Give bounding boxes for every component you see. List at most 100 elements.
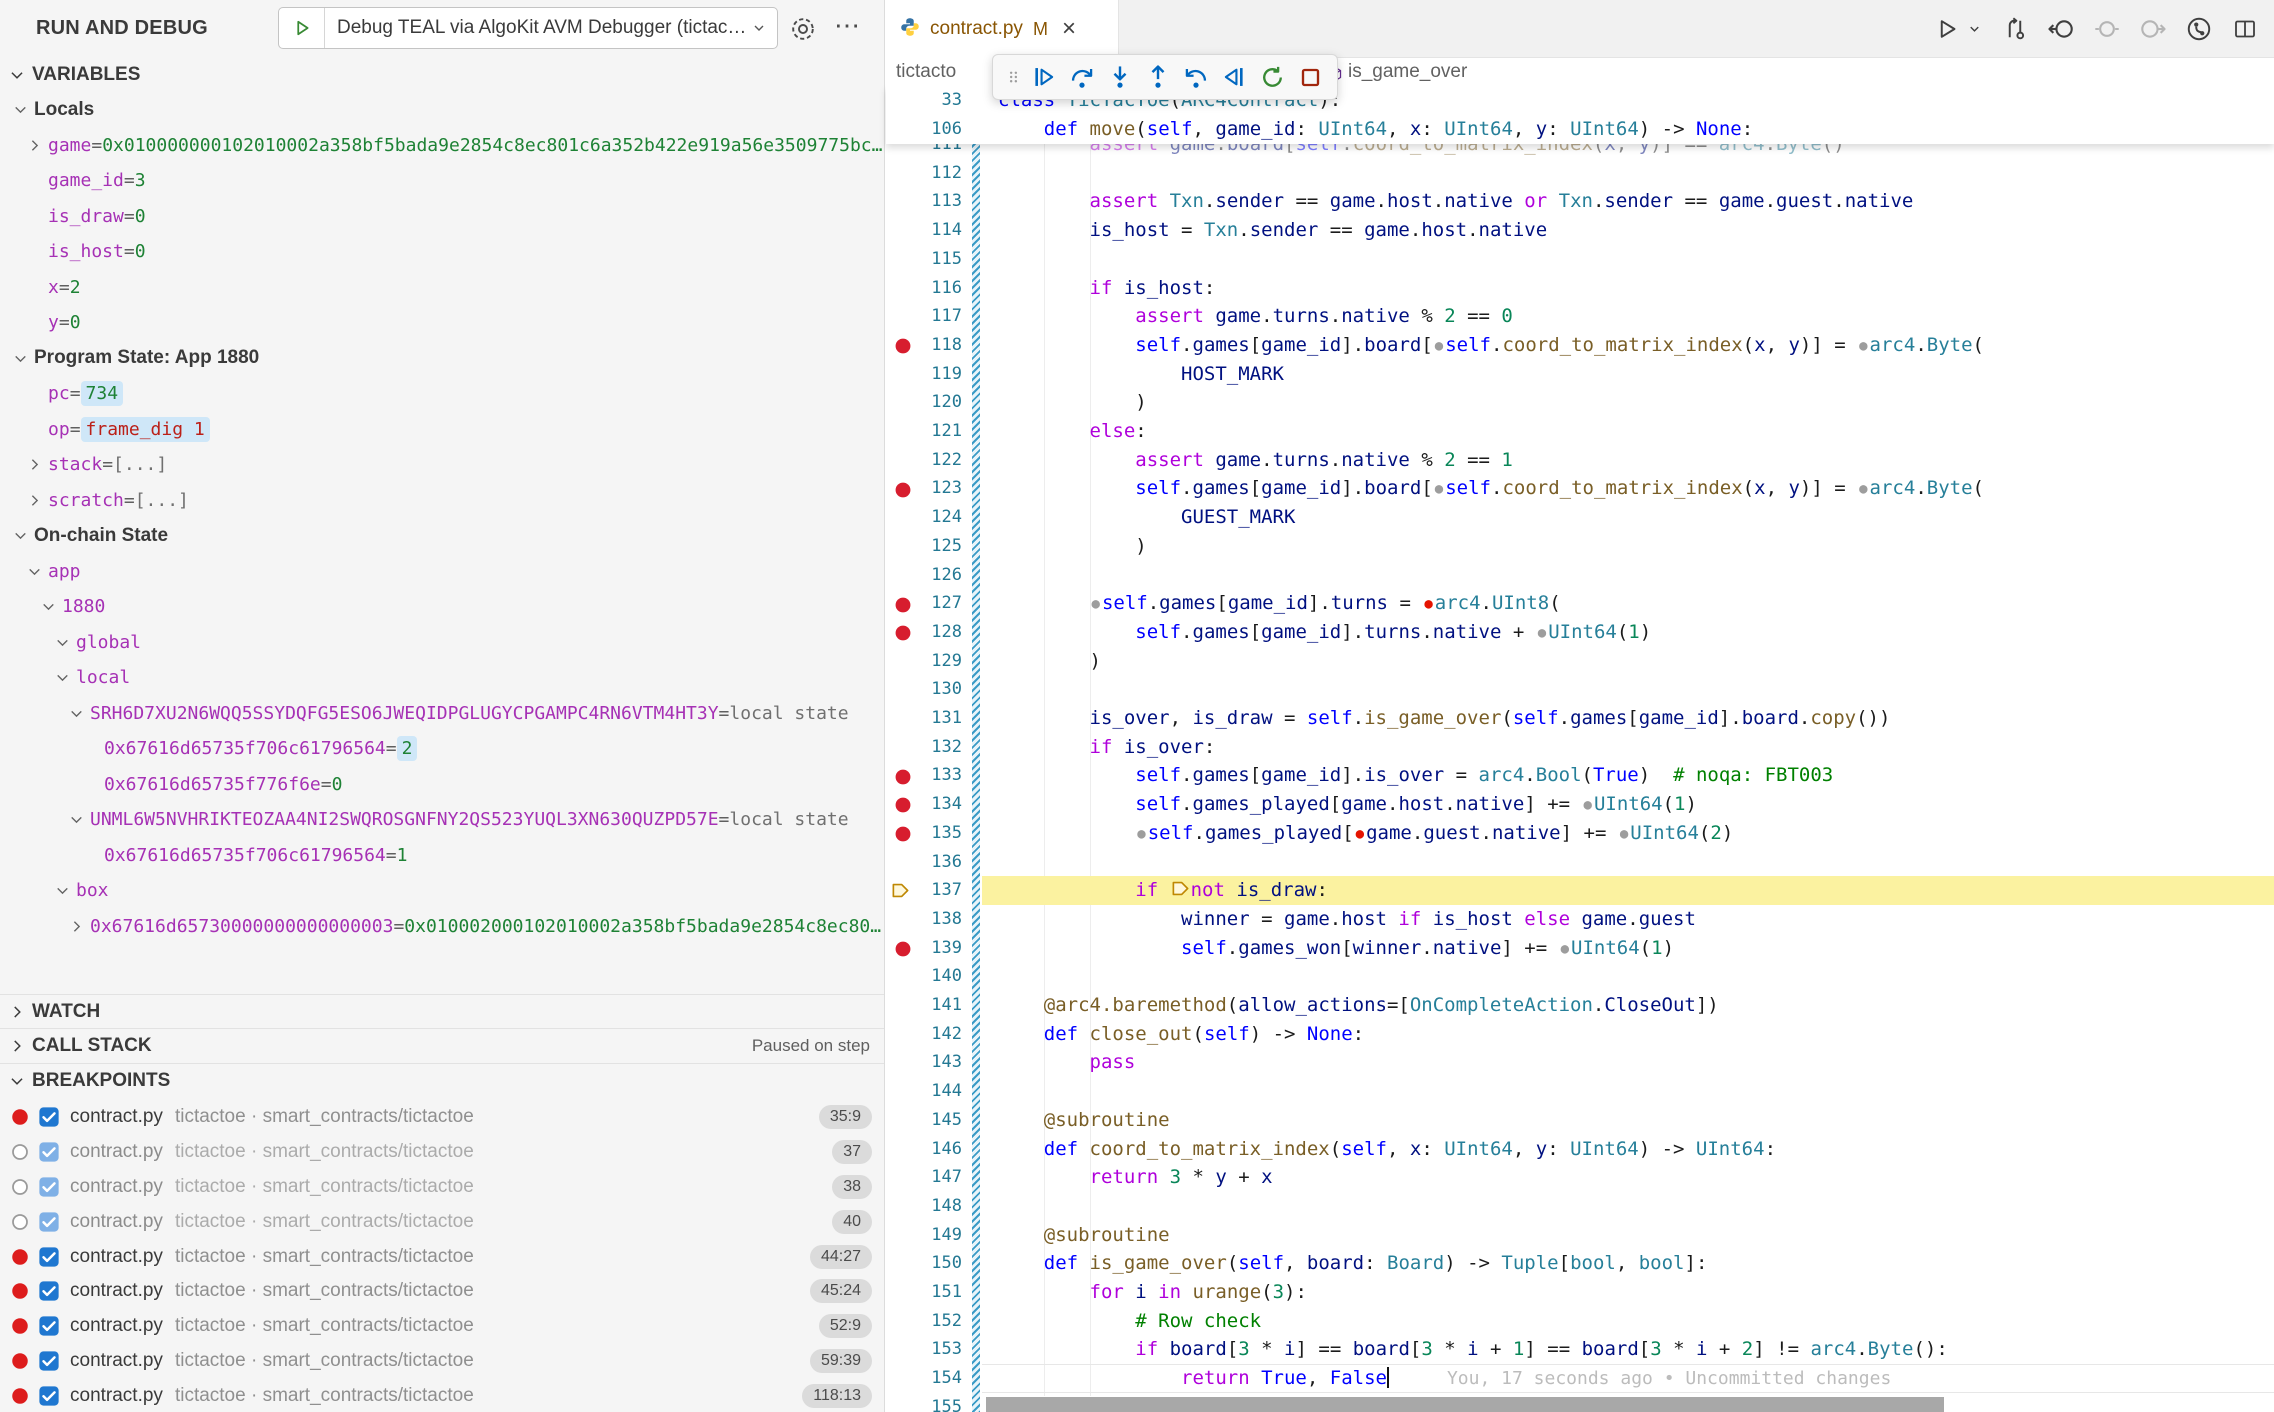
code-line-148[interactable]: 148: [886, 1192, 2274, 1221]
code-line-120[interactable]: 120 ): [886, 388, 2274, 417]
code-line-134[interactable]: 134 self.games_played[game.host.native] …: [886, 790, 2274, 819]
kv-games-played-2[interactable]: 0x67616d65735f706c61796564 = 1: [0, 838, 884, 874]
code-line-149[interactable]: 149 @subroutine: [886, 1221, 2274, 1250]
code-line-140[interactable]: 140: [886, 962, 2274, 991]
breakpoint-checkbox[interactable]: [38, 1246, 60, 1268]
code-line-128[interactable]: 128 self.games[game_id].turns.native + ●…: [886, 618, 2274, 647]
code-line-124[interactable]: 124 GUEST_MARK: [886, 503, 2274, 532]
breakpoint-row[interactable]: contract.pytictactoe · smart_contracts/t…: [0, 1135, 884, 1170]
code-line-150[interactable]: 150 def is_game_over(self, board: Board)…: [886, 1249, 2274, 1278]
chevron-down-icon[interactable]: [68, 705, 90, 722]
debug-config-dropdown[interactable]: Debug TEAL via AlgoKit AVM Debugger (tic…: [278, 7, 778, 49]
var-op[interactable]: op = frame_dig 1: [0, 412, 884, 448]
code-line-131[interactable]: 131 is_over, is_draw = self.is_game_over…: [886, 704, 2274, 733]
breadcrumb-method[interactable]: is_game_over: [1348, 61, 1467, 83]
code-line-132[interactable]: 132 if is_over:: [886, 733, 2274, 762]
drag-handle-icon[interactable]: [1001, 58, 1025, 96]
breakpoint-row[interactable]: contract.pytictactoe · smart_contracts/t…: [0, 1378, 884, 1412]
section-variables[interactable]: VARIABLES: [0, 58, 884, 92]
node-global[interactable]: global: [0, 625, 884, 661]
step-into-button[interactable]: [1101, 58, 1139, 96]
chevron-down-icon[interactable]: [12, 527, 34, 544]
chevron-down-icon[interactable]: [54, 882, 76, 899]
code-line-136[interactable]: 136: [886, 848, 2274, 877]
breakpoint-row[interactable]: contract.pytictactoe · smart_contracts/t…: [0, 1274, 884, 1309]
inline-breakpoint-gray-icon[interactable]: ●: [1135, 827, 1147, 841]
breakpoint-checkbox[interactable]: [38, 1106, 60, 1128]
chevron-right-icon[interactable]: [26, 456, 48, 473]
var-is-draw[interactable]: is_draw = 0: [0, 199, 884, 235]
var-y[interactable]: y = 0: [0, 305, 884, 341]
code-line-117[interactable]: 117 assert game.turns.native % 2 == 0: [886, 302, 2274, 331]
code-line-119[interactable]: 119 HOST_MARK: [886, 360, 2274, 389]
reverse-continue-button[interactable]: [1215, 58, 1253, 96]
chevron-down-icon[interactable]: [12, 350, 34, 367]
code-line-123[interactable]: 123 self.games[game_id].board[●self.coor…: [886, 474, 2274, 503]
node-local[interactable]: local: [0, 660, 884, 696]
tab-contract-py[interactable]: contract.py M ×: [886, 0, 1119, 58]
code-line-152[interactable]: 152 # Row check: [886, 1307, 2274, 1336]
var-stack[interactable]: stack = [...]: [0, 447, 884, 483]
breakpoint-checkbox[interactable]: [38, 1211, 60, 1233]
code-line-125[interactable]: 125 ): [886, 532, 2274, 561]
breakpoint-row[interactable]: contract.pytictactoe · smart_contracts/t…: [0, 1344, 884, 1379]
code-line-146[interactable]: 146 def coord_to_matrix_index(self, x: U…: [886, 1135, 2274, 1164]
step-out-button[interactable]: [1139, 58, 1177, 96]
breakpoint-checkbox[interactable]: [38, 1141, 60, 1163]
inline-breakpoint-red-icon[interactable]: ●: [1422, 597, 1434, 611]
code-line-147[interactable]: 147 return 3 * y + x: [886, 1163, 2274, 1192]
breakpoint-checkbox[interactable]: [38, 1280, 60, 1302]
code-line-143[interactable]: 143 pass: [886, 1048, 2274, 1077]
restart-button[interactable]: [1253, 58, 1291, 96]
chevron-down-icon[interactable]: [54, 669, 76, 686]
inline-breakpoint-gray-icon[interactable]: ●: [1582, 798, 1594, 812]
inline-breakpoint-gray-icon[interactable]: ●: [1618, 827, 1630, 841]
split-editor-icon[interactable]: [2232, 16, 2258, 42]
code-line-116[interactable]: 116 if is_host:: [886, 274, 2274, 303]
close-icon[interactable]: ×: [1062, 17, 1076, 41]
run-icon[interactable]: [1934, 16, 1960, 42]
code-line-130[interactable]: 130: [886, 675, 2274, 704]
nav-back-icon[interactable]: [2048, 16, 2074, 42]
chevron-right-icon[interactable]: [26, 137, 48, 154]
breadcrumb-folder[interactable]: tictacto: [896, 61, 956, 83]
gear-icon[interactable]: [789, 15, 817, 43]
code-line-115[interactable]: 115: [886, 245, 2274, 274]
execution-pointer-icon[interactable]: [891, 881, 911, 901]
code-line-127[interactable]: 127 ●self.games[game_id].turns = ●arc4.U…: [886, 589, 2274, 618]
chevron-down-icon[interactable]: [12, 101, 34, 118]
start-debugging-icon[interactable]: [279, 8, 325, 48]
inline-breakpoint-gray-icon[interactable]: ●: [1433, 339, 1445, 353]
code-line-118[interactable]: 118 self.games[game_id].board[●self.coor…: [886, 331, 2274, 360]
code-line-121[interactable]: 121 else:: [886, 417, 2274, 446]
chevron-down-icon[interactable]: [68, 811, 90, 828]
run-chevron-icon[interactable]: [1966, 16, 1982, 42]
inline-breakpoint-red-icon[interactable]: ●: [1354, 827, 1366, 841]
chevron-down-icon[interactable]: [26, 563, 48, 580]
code-area[interactable]: 111 assert game.board[self.coord_to_matr…: [886, 0, 2274, 1412]
continue-button[interactable]: [1025, 58, 1063, 96]
chevron-down-icon[interactable]: [54, 634, 76, 651]
var-game[interactable]: game = 0x010000000102010002a358bf5bada9e…: [0, 128, 884, 164]
breakpoint-row[interactable]: contract.pytictactoe · smart_contracts/t…: [0, 1170, 884, 1205]
section-breakpoints[interactable]: BREAKPOINTS: [0, 1063, 884, 1097]
inline-breakpoint-gray-icon[interactable]: ●: [1559, 942, 1571, 956]
node-account-1[interactable]: SRH6D7XU2N6WQQ5SSYDQFG5ESO6JWEQIDPGLUGYC…: [0, 696, 884, 732]
code-line-113[interactable]: 113 assert Txn.sender == game.host.nativ…: [886, 187, 2274, 216]
chevron-right-icon[interactable]: [68, 918, 90, 935]
node-account-2[interactable]: UNML6W5NVHRIKTEOZAA4NI2SWQROSGNFNY2QS523…: [0, 802, 884, 838]
code-line-126[interactable]: 126: [886, 561, 2274, 590]
code-line-145[interactable]: 145 @subroutine: [886, 1106, 2274, 1135]
breakpoint-row[interactable]: contract.pytictactoe · smart_contracts/t…: [0, 1204, 884, 1239]
code-line-144[interactable]: 144: [886, 1077, 2274, 1106]
breakpoint-checkbox[interactable]: [38, 1385, 60, 1407]
var-x[interactable]: x = 2: [0, 270, 884, 306]
inline-breakpoint-gray-icon[interactable]: ●: [1857, 339, 1869, 353]
var-is-host[interactable]: is_host = 0: [0, 234, 884, 270]
more-actions-icon[interactable]: ⋯: [834, 10, 860, 41]
code-line-114[interactable]: 114 is_host = Txn.sender == game.host.na…: [886, 216, 2274, 245]
node-app-id[interactable]: 1880: [0, 589, 884, 625]
code-line-151[interactable]: 151 for i in urange(3):: [886, 1278, 2274, 1307]
breakpoint-checkbox[interactable]: [38, 1176, 60, 1198]
horizontal-scrollbar[interactable]: [986, 1397, 1944, 1412]
